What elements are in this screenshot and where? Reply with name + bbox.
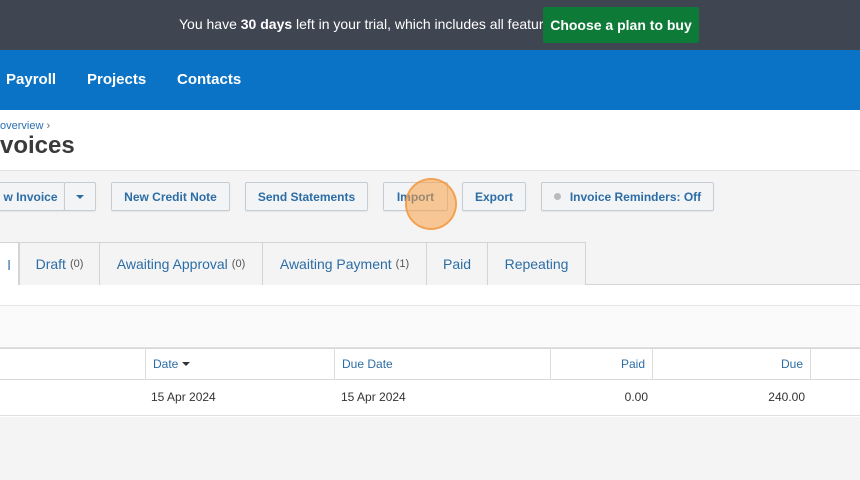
tab-count: (0) bbox=[231, 258, 246, 270]
nav-item-projects[interactable]: Projects bbox=[87, 71, 146, 88]
nav-item-payroll[interactable]: Payroll bbox=[6, 71, 56, 88]
row-date: 15 Apr 2024 bbox=[151, 390, 216, 404]
column-header-due-date[interactable]: Due Date bbox=[335, 348, 551, 380]
trial-message: You have 30 days left in your trial, whi… bbox=[179, 16, 558, 32]
column-header-paid[interactable]: Paid bbox=[551, 348, 653, 380]
tab-label: Awaiting Approval bbox=[116, 256, 228, 272]
invoice-reminders-button[interactable]: Invoice Reminders: Off bbox=[541, 182, 714, 211]
tab-draft[interactable]: Draft (0) bbox=[19, 242, 100, 285]
tab-label: Draft bbox=[35, 256, 66, 272]
breadcrumb-separator: › bbox=[46, 120, 51, 132]
trial-days: 30 days bbox=[240, 16, 293, 32]
breadcrumb: overview › bbox=[0, 120, 50, 132]
top-nav: Payroll Projects Contacts bbox=[0, 50, 860, 110]
new-invoice-button[interactable]: w Invoice bbox=[0, 182, 65, 211]
page-header: overview › voices bbox=[0, 110, 860, 171]
tab-paid[interactable]: Paid bbox=[426, 242, 488, 285]
tab-all[interactable]: l bbox=[0, 242, 19, 286]
tab-count: (1) bbox=[395, 258, 410, 270]
row-due-date: 15 Apr 2024 bbox=[341, 390, 406, 404]
column-header-due[interactable]: Due bbox=[653, 348, 811, 380]
page-background bbox=[0, 417, 860, 480]
trial-banner: You have 30 days left in your trial, whi… bbox=[0, 0, 860, 50]
tab-label: Awaiting Payment bbox=[279, 256, 392, 272]
import-button[interactable]: Import bbox=[383, 182, 448, 211]
new-invoice-dropdown-button[interactable] bbox=[64, 182, 96, 211]
filter-row bbox=[0, 305, 860, 348]
chevron-down-icon bbox=[76, 194, 84, 199]
breadcrumb-link-overview[interactable]: overview bbox=[0, 120, 43, 132]
trial-prefix: You have bbox=[179, 16, 241, 32]
tab-label: Repeating bbox=[504, 256, 569, 272]
nav-item-contacts[interactable]: Contacts bbox=[177, 71, 241, 88]
send-statements-button[interactable]: Send Statements bbox=[245, 182, 368, 211]
new-credit-note-button[interactable]: New Credit Note bbox=[111, 182, 230, 211]
tab-awaiting-approval[interactable]: Awaiting Approval (0) bbox=[99, 242, 263, 285]
tab-label: Paid bbox=[442, 256, 472, 272]
choose-plan-button[interactable]: Choose a plan to buy bbox=[543, 7, 699, 43]
tab-repeating[interactable]: Repeating bbox=[487, 242, 586, 285]
column-header-blank bbox=[0, 348, 146, 380]
status-dot-icon bbox=[553, 193, 561, 200]
column-label: Date bbox=[153, 357, 179, 371]
sort-desc-icon bbox=[182, 362, 191, 366]
tab-label: l bbox=[7, 256, 11, 273]
invoice-reminders-label: Invoice Reminders: Off bbox=[569, 189, 702, 204]
tab-count: (0) bbox=[69, 258, 84, 270]
row-paid: 0.00 bbox=[624, 390, 648, 404]
row-due: 240.00 bbox=[768, 390, 805, 404]
column-header-date[interactable]: Date bbox=[146, 348, 335, 380]
trial-suffix: left in your trial, which includes all f… bbox=[292, 16, 559, 32]
tab-awaiting-payment[interactable]: Awaiting Payment (1) bbox=[262, 242, 427, 285]
page-title: voices bbox=[0, 132, 75, 159]
export-button[interactable]: Export bbox=[462, 182, 526, 211]
